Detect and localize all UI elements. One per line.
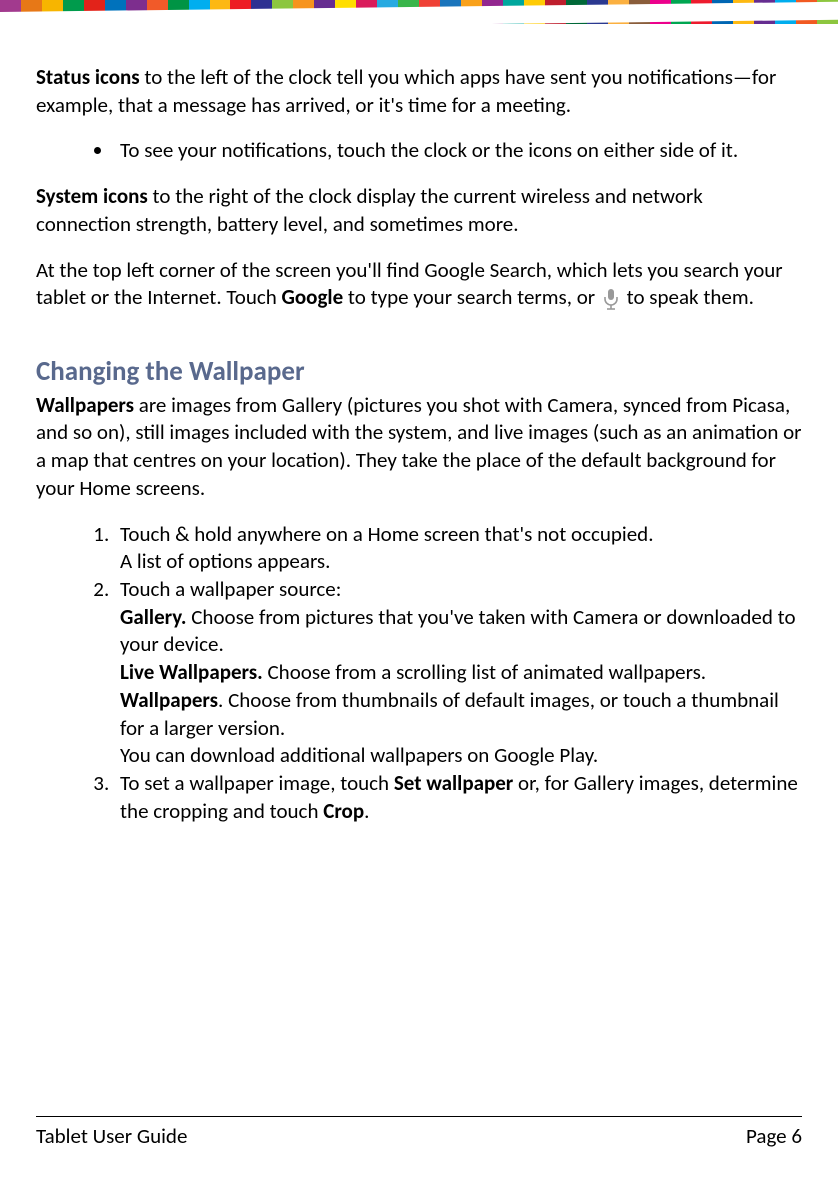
wallpapers-intro-paragraph: Wallpapers are images from Gallery (pict…: [36, 392, 802, 503]
list-item: To see your notifications, touch the clo…: [114, 137, 802, 165]
body-text: To set a wallpaper image, touch: [120, 770, 394, 796]
bold-text: Crop: [323, 798, 364, 824]
microphone-icon: [602, 288, 620, 310]
bold-text: Status icons: [36, 64, 140, 90]
google-search-paragraph: At the top left corner of the screen you…: [36, 257, 802, 312]
bold-text: Wallpapers: [36, 392, 134, 418]
bold-text: System icons: [36, 183, 148, 209]
body-text: Touch & hold anywhere on a Home screen t…: [120, 521, 654, 547]
bold-text: Set wallpaper: [394, 770, 513, 796]
body-text: Touch a wallpaper source:: [120, 576, 341, 602]
decorative-top-border: [0, 0, 838, 24]
system-icons-paragraph: System icons to the right of the clock d…: [36, 183, 802, 238]
footer-page-number: Page 6: [746, 1123, 802, 1149]
bold-text: Live Wallpapers.: [120, 659, 263, 685]
wallpaper-steps-list: Touch & hold anywhere on a Home screen t…: [36, 521, 802, 826]
body-text: Choose from a scrolling list of animated…: [263, 659, 706, 685]
bold-text: Google: [282, 284, 344, 310]
list-item: Touch a wallpaper source: Gallery. Choos…: [114, 576, 802, 770]
page-content: Status icons to the left of the clock te…: [0, 24, 838, 825]
section-heading: Changing the Wallpaper: [36, 354, 802, 390]
bold-text: Wallpapers: [120, 687, 218, 713]
list-item: To set a wallpaper image, touch Set wall…: [114, 770, 802, 825]
footer-divider: [36, 1116, 802, 1117]
body-text: to the left of the clock tell you which …: [36, 64, 776, 118]
footer-title: Tablet User Guide: [36, 1123, 187, 1149]
bold-text: Gallery.: [120, 604, 186, 630]
body-text: A list of options appears.: [120, 548, 330, 574]
body-text: are images from Gallery (pictures you sh…: [36, 392, 802, 501]
status-icons-paragraph: Status icons to the left of the clock te…: [36, 64, 802, 119]
notification-bullet-list: To see your notifications, touch the clo…: [36, 137, 802, 165]
body-text: to type your search terms, or: [343, 284, 600, 310]
body-text: Choose from pictures that you've taken w…: [120, 604, 796, 658]
body-text: . Choose from thumbnails of default imag…: [120, 687, 779, 741]
body-text: .: [364, 798, 369, 824]
body-text: to speak them.: [622, 284, 754, 310]
page-footer: Tablet User Guide Page 6: [36, 1116, 802, 1149]
body-text: You can download additional wallpapers o…: [120, 742, 598, 768]
list-item: Touch & hold anywhere on a Home screen t…: [114, 521, 802, 576]
